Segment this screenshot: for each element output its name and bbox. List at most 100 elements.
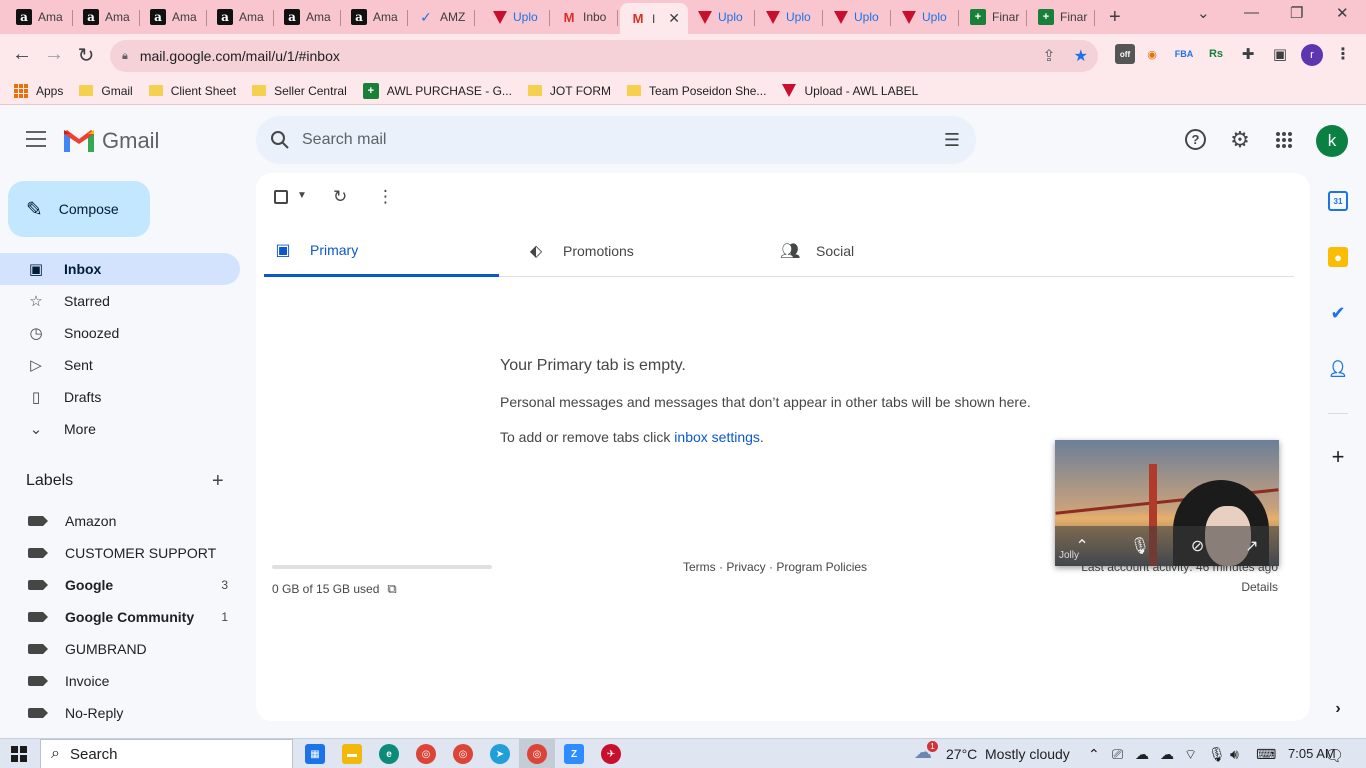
- label-item[interactable]: Amazon: [0, 505, 240, 537]
- popout-icon[interactable]: ↗: [1245, 536, 1258, 556]
- bookmark-apps[interactable]: Apps: [14, 83, 63, 98]
- mic-off-icon[interactable]: 🎙︎: [1130, 536, 1150, 556]
- video-call-overlay[interactable]: ⌃ 🎙︎ ⊘ ↗ Jolly: [1055, 440, 1279, 566]
- label-item[interactable]: Google Community 1: [0, 601, 240, 633]
- bookmark-link[interactable]: + AWL PURCHASE - G...: [362, 82, 512, 99]
- label-item[interactable]: GUMBRAND: [0, 633, 240, 665]
- zoom-icon[interactable]: Z: [564, 744, 584, 764]
- google-apps-icon[interactable]: [1272, 128, 1296, 152]
- browser-tab[interactable]: Uplo: [824, 3, 891, 31]
- browser-tab[interactable]: + Finar: [1028, 3, 1095, 31]
- browser-tab[interactable]: + Finar: [960, 3, 1027, 31]
- restore-window-button[interactable]: ❐: [1290, 4, 1303, 22]
- nav-item-inbox[interactable]: ▣ Inbox: [0, 253, 240, 285]
- show-hidden-icons[interactable]: ⌃: [1088, 746, 1100, 763]
- address-bar[interactable]: 🔒︎ mail.google.com/mail/u/1/#inbox ⇪ ★: [110, 40, 1098, 72]
- telegram-icon[interactable]: ➤: [490, 744, 510, 764]
- tab-social[interactable]: 👥︎ Social: [770, 225, 1005, 277]
- nav-item-more[interactable]: ⌄ More: [0, 413, 240, 445]
- store-icon[interactable]: ▦: [305, 744, 325, 764]
- tab-primary[interactable]: ▣ Primary: [264, 225, 499, 277]
- search-options-icon[interactable]: ☰: [944, 130, 960, 151]
- nav-item-starred[interactable]: ☆ Starred: [0, 285, 240, 317]
- share-icon[interactable]: ⇪: [1042, 46, 1055, 66]
- microphone-icon[interactable]: 🎙︎: [1208, 746, 1226, 763]
- refresh-icon[interactable]: ↻: [333, 187, 347, 207]
- new-tab-button[interactable]: +: [1109, 6, 1121, 29]
- app-icon[interactable]: ✈: [601, 744, 621, 764]
- browser-tab[interactable]: a Ama: [140, 3, 207, 31]
- browser-tab[interactable]: a Ama: [341, 3, 408, 31]
- label-item[interactable]: No-Reply: [0, 697, 240, 729]
- browser-profile-avatar[interactable]: r: [1301, 44, 1323, 66]
- open-external-icon[interactable]: ⧉: [387, 581, 396, 597]
- chrome-profile-icon[interactable]: ◎: [453, 744, 473, 764]
- details-link[interactable]: Details: [1241, 580, 1278, 594]
- browser-tab[interactable]: M Inbo: [551, 3, 618, 31]
- label-item[interactable]: CUSTOMER SUPPORT: [0, 537, 240, 569]
- forward-button[interactable]: →: [42, 43, 66, 66]
- footer-links[interactable]: Terms · Privacy · Program Policies: [683, 560, 867, 574]
- browser-tab[interactable]: Uplo: [688, 3, 755, 31]
- hide-side-panel-icon[interactable]: ›: [1328, 699, 1348, 719]
- onedrive-icon[interactable]: ☁: [1135, 746, 1149, 763]
- wifi-icon[interactable]: ⌔: [1184, 746, 1197, 764]
- camera-off-icon[interactable]: ⊘: [1191, 536, 1204, 556]
- search-icon[interactable]: [270, 130, 290, 150]
- browser-menu-icon[interactable]: ⋮: [1333, 44, 1353, 64]
- extension-off-icon[interactable]: off: [1115, 44, 1135, 64]
- browser-tab[interactable]: Uplo: [483, 3, 550, 31]
- file-explorer-icon[interactable]: ▬: [342, 744, 362, 764]
- create-label-button[interactable]: +: [212, 470, 224, 493]
- volume-icon[interactable]: 🔊︎: [1230, 746, 1239, 763]
- tab-promotions[interactable]: ⬖ Promotions: [517, 225, 752, 277]
- taskbar-search[interactable]: ⌕ Search: [40, 739, 293, 768]
- bookmark-star-icon[interactable]: ★: [1074, 46, 1088, 66]
- extension-rs-icon[interactable]: Rs: [1206, 44, 1226, 64]
- extensions-puzzle-icon[interactable]: ✚: [1238, 44, 1258, 64]
- browser-tab[interactable]: ✓ AMZ: [408, 3, 475, 31]
- extension-circle-icon[interactable]: ◉: [1142, 44, 1162, 64]
- browser-tab[interactable]: a Ama: [207, 3, 274, 31]
- bookmark-link[interactable]: Upload - AWL LABEL: [782, 84, 918, 98]
- side-panel-icon[interactable]: ▣: [1270, 44, 1290, 64]
- reload-button[interactable]: ↻: [74, 43, 98, 68]
- nav-item-snoozed[interactable]: ◷ Snoozed: [0, 317, 240, 349]
- bookmark-folder[interactable]: Client Sheet: [148, 84, 236, 98]
- chrome-active-icon[interactable]: ◎: [527, 744, 547, 764]
- inbox-settings-link[interactable]: inbox settings: [674, 429, 760, 445]
- nav-item-sent[interactable]: ▷ Sent: [0, 349, 240, 381]
- browser-tab[interactable]: a Ama: [73, 3, 140, 31]
- more-options-icon[interactable]: ⋮: [377, 187, 394, 207]
- close-tab-icon[interactable]: ✕: [668, 10, 680, 27]
- windows-start-icon[interactable]: [11, 746, 27, 762]
- weather-desc[interactable]: Mostly cloudy: [985, 746, 1070, 762]
- contacts-icon[interactable]: 👤︎: [1328, 359, 1348, 379]
- bookmark-folder[interactable]: Team Poseidon She...: [627, 84, 766, 98]
- main-menu-icon[interactable]: [26, 131, 46, 147]
- tab-search-icon[interactable]: ⌄: [1197, 4, 1210, 22]
- bookmark-folder[interactable]: Gmail: [79, 84, 133, 98]
- browser-tab[interactable]: a Ama: [274, 3, 341, 31]
- chrome-icon[interactable]: ◎: [416, 744, 436, 764]
- language-icon[interactable]: ⌨: [1256, 746, 1276, 763]
- bookmark-folder[interactable]: JOT FORM: [527, 84, 611, 98]
- select-dropdown-icon[interactable]: ▼: [297, 190, 307, 201]
- notifications-icon[interactable]: 🗨︎: [1324, 746, 1344, 766]
- minimize-window-button[interactable]: —: [1244, 4, 1259, 21]
- nav-item-drafts[interactable]: ▯ Drafts: [0, 381, 240, 413]
- select-all-checkbox[interactable]: [274, 190, 288, 208]
- settings-gear-icon[interactable]: ⚙: [1228, 127, 1252, 152]
- browser-tab[interactable]: Uplo: [756, 3, 823, 31]
- edge-icon[interactable]: e: [379, 744, 399, 764]
- account-avatar[interactable]: k: [1316, 125, 1348, 157]
- label-item[interactable]: Google 3: [0, 569, 240, 601]
- bookmark-folder[interactable]: Seller Central: [252, 84, 347, 98]
- keep-icon[interactable]: ●: [1328, 247, 1348, 267]
- extension-fba-icon[interactable]: FBA: [1174, 44, 1194, 64]
- browser-tab-active[interactable]: M I ✕: [620, 3, 688, 34]
- close-window-button[interactable]: ✕: [1336, 4, 1349, 22]
- label-item[interactable]: Invoice: [0, 665, 240, 697]
- cloud-icon[interactable]: ☁: [1160, 746, 1174, 763]
- get-addons-icon[interactable]: +: [1328, 444, 1348, 469]
